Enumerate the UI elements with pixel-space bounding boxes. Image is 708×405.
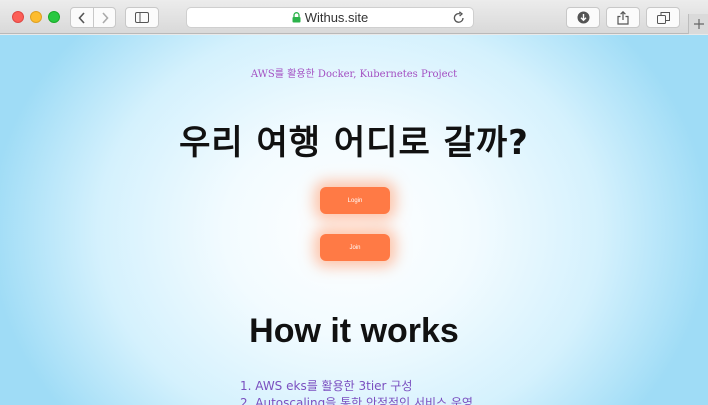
join-button[interactable]: Join [320, 234, 390, 261]
close-window-button[interactable] [12, 11, 24, 23]
address-bar[interactable]: Withus.site [186, 7, 474, 28]
lock-icon [292, 12, 301, 23]
browser-toolbar: Withus.site [0, 0, 708, 34]
new-tab-button[interactable] [688, 14, 708, 34]
project-subtitle: AWS를 활용한 Docker, Kubernetes Project [250, 69, 458, 80]
url-text: Withus.site [304, 10, 369, 25]
back-button[interactable] [71, 8, 93, 27]
navigation-buttons [70, 7, 116, 28]
how-it-works-heading: How it works [249, 312, 459, 350]
sidebar-button[interactable] [125, 7, 159, 28]
chevron-right-icon [101, 11, 109, 24]
web-page: AWS를 활용한 Docker, Kubernetes Project 우리 여… [0, 35, 708, 405]
list-item: 2. Autoscaling을 통한 안정적인 서비스 운영 [240, 396, 473, 405]
sidebar-icon [135, 12, 149, 23]
tabs-icon [656, 11, 670, 24]
minimize-window-button[interactable] [30, 11, 42, 23]
download-icon [577, 11, 589, 24]
chevron-left-icon [78, 11, 85, 24]
forward-button[interactable] [93, 8, 115, 27]
share-button[interactable] [606, 7, 640, 28]
downloads-button[interactable] [566, 7, 600, 28]
plus-icon [693, 19, 704, 29]
list-item: 1. AWS eks를 활용한 3tier 구성 [240, 379, 413, 393]
hero-title: 우리 여행 어디로 갈까? [179, 123, 529, 163]
share-icon [617, 10, 629, 25]
tabs-overview-button[interactable] [646, 7, 680, 28]
reload-icon[interactable] [453, 11, 465, 24]
zoom-window-button[interactable] [48, 11, 60, 23]
login-button[interactable]: Login [320, 187, 390, 214]
features-list: 1. AWS eks를 활용한 3tier 구성 2. Autoscaling을… [240, 378, 473, 405]
